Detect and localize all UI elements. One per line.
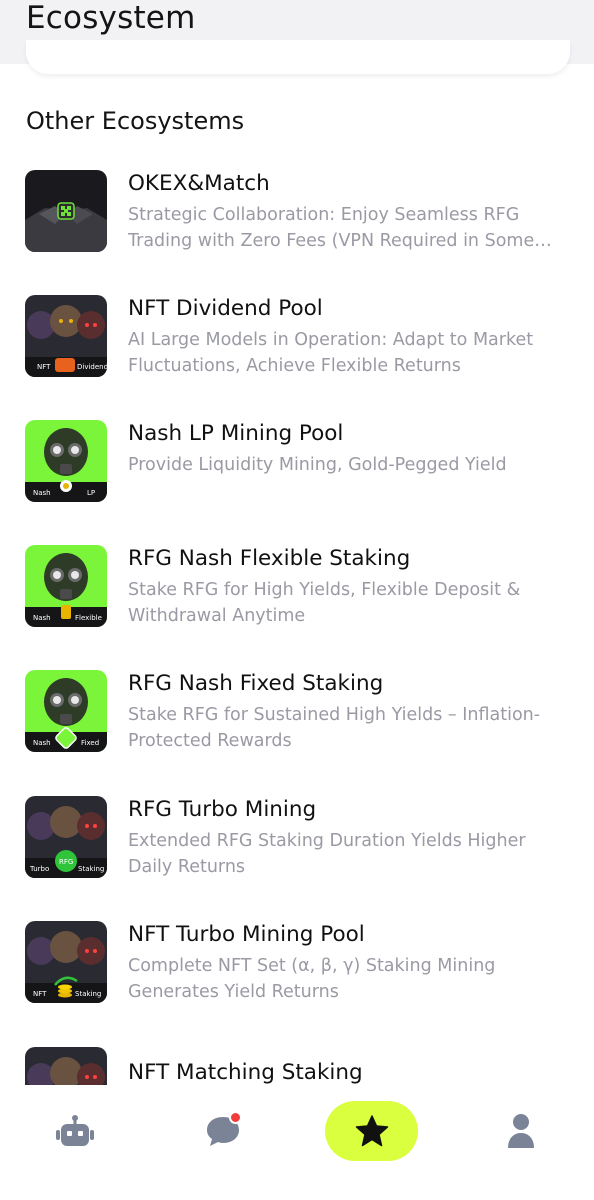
item-title: NFT Matching Staking xyxy=(128,1060,363,1085)
list-item-nft-matching-staking[interactable]: NFT Matching Staking xyxy=(0,1047,594,1085)
list-item-okex-match[interactable]: OKEX&Match Strategic Collaboration: Enjo… xyxy=(0,170,594,270)
page-title: Ecosystem xyxy=(26,0,196,36)
item-description: Stake RFG for High Yields, Flexible Depo… xyxy=(128,580,521,626)
thumb-label-left: Turbo xyxy=(29,865,49,873)
item-title: RFG Nash Flexible Staking xyxy=(128,546,411,571)
nft-turbo-thumbnail: NFT Staking xyxy=(25,921,107,1003)
thumb-label-center: RFG xyxy=(59,858,73,866)
item-description: Extended RFG Staking Duration Yields Hig… xyxy=(128,831,526,877)
nav-tab-robot[interactable] xyxy=(40,1099,110,1163)
item-title: OKEX&Match xyxy=(128,171,270,196)
thumb-label-right: Staking xyxy=(75,990,101,998)
star-icon xyxy=(355,1115,388,1147)
nav-tab-ecosystem[interactable] xyxy=(325,1101,418,1161)
item-title: NFT Turbo Mining Pool xyxy=(128,922,365,947)
nav-tab-profile[interactable] xyxy=(486,1099,556,1163)
thumb-label-right: Fixed xyxy=(81,739,99,747)
thumb-label-left: NFT xyxy=(37,363,51,371)
nav-tab-messages[interactable] xyxy=(188,1099,258,1163)
item-description: Complete NFT Set (α, β, γ) Staking Minin… xyxy=(128,956,496,1002)
list-item-rfg-nash-fixed-staking[interactable]: Nash Fixed RFG Nash Fixed Staking Stake … xyxy=(0,670,594,770)
bottom-nav xyxy=(0,1085,594,1200)
nash-fixed-thumbnail: Nash Fixed xyxy=(25,670,107,752)
rfg-turbo-thumbnail: RFG Turbo Staking xyxy=(25,796,107,878)
list-item-rfg-turbo-mining[interactable]: RFG Turbo Staking RFG Turbo Mining Exten… xyxy=(0,796,594,896)
thumb-label-right: Flexible xyxy=(75,614,102,622)
robot-icon xyxy=(56,1115,94,1146)
thumb-label-left: Nash xyxy=(33,739,51,747)
item-description: Provide Liquidity Mining, Gold-Pegged Yi… xyxy=(128,455,507,475)
thumb-label-left: Nash xyxy=(33,614,51,622)
thumb-label-right: Dividend xyxy=(77,363,107,371)
nash-lp-thumbnail: Nash LP xyxy=(25,420,107,502)
nft-dividend-thumbnail: NFT Dividend xyxy=(25,295,107,377)
nash-flexible-thumbnail: Nash Flexible xyxy=(25,545,107,627)
user-icon xyxy=(508,1114,534,1148)
item-description: Strategic Collaboration: Enjoy Seamless … xyxy=(128,205,535,251)
notification-badge xyxy=(229,1111,242,1124)
section-title-other-ecosystems: Other Ecosystems xyxy=(26,107,245,135)
okex-match-thumbnail xyxy=(25,170,107,252)
list-item-nft-turbo-mining-pool[interactable]: NFT Staking NFT Turbo Mining Pool Comple… xyxy=(0,921,594,1021)
list-item-rfg-nash-flexible-staking[interactable]: Nash Flexible RFG Nash Flexible Staking … xyxy=(0,545,594,645)
list-item-nash-lp-mining-pool[interactable]: Nash LP Nash LP Mining Pool Provide Liqu… xyxy=(0,420,594,520)
list-item-nft-dividend-pool[interactable]: NFT Dividend NFT Dividend Pool AI Large … xyxy=(0,295,594,395)
item-description: Stake RFG for Sustained High Yields – In… xyxy=(128,705,541,751)
thumb-label-right: Staking xyxy=(78,865,104,873)
item-title: Nash LP Mining Pool xyxy=(128,421,344,446)
item-title: RFG Turbo Mining xyxy=(128,797,317,822)
item-description: AI Large Models in Operation: Adapt to M… xyxy=(128,330,534,376)
item-title: RFG Nash Fixed Staking xyxy=(128,671,384,696)
thumb-label-left: NFT xyxy=(33,990,47,998)
ecosystem-screen: Ecosystem Other Ecosystems OKEX&Match St… xyxy=(0,0,594,1200)
thumb-label-left: Nash xyxy=(33,489,51,497)
header: Ecosystem xyxy=(0,0,594,74)
top-card-edge xyxy=(26,40,570,74)
ecosystem-list[interactable]: Ecosystem Other Ecosystems OKEX&Match St… xyxy=(0,0,594,1085)
nft-matching-thumbnail xyxy=(25,1047,107,1085)
item-title: NFT Dividend Pool xyxy=(128,296,323,321)
thumb-label-right: LP xyxy=(87,489,95,497)
